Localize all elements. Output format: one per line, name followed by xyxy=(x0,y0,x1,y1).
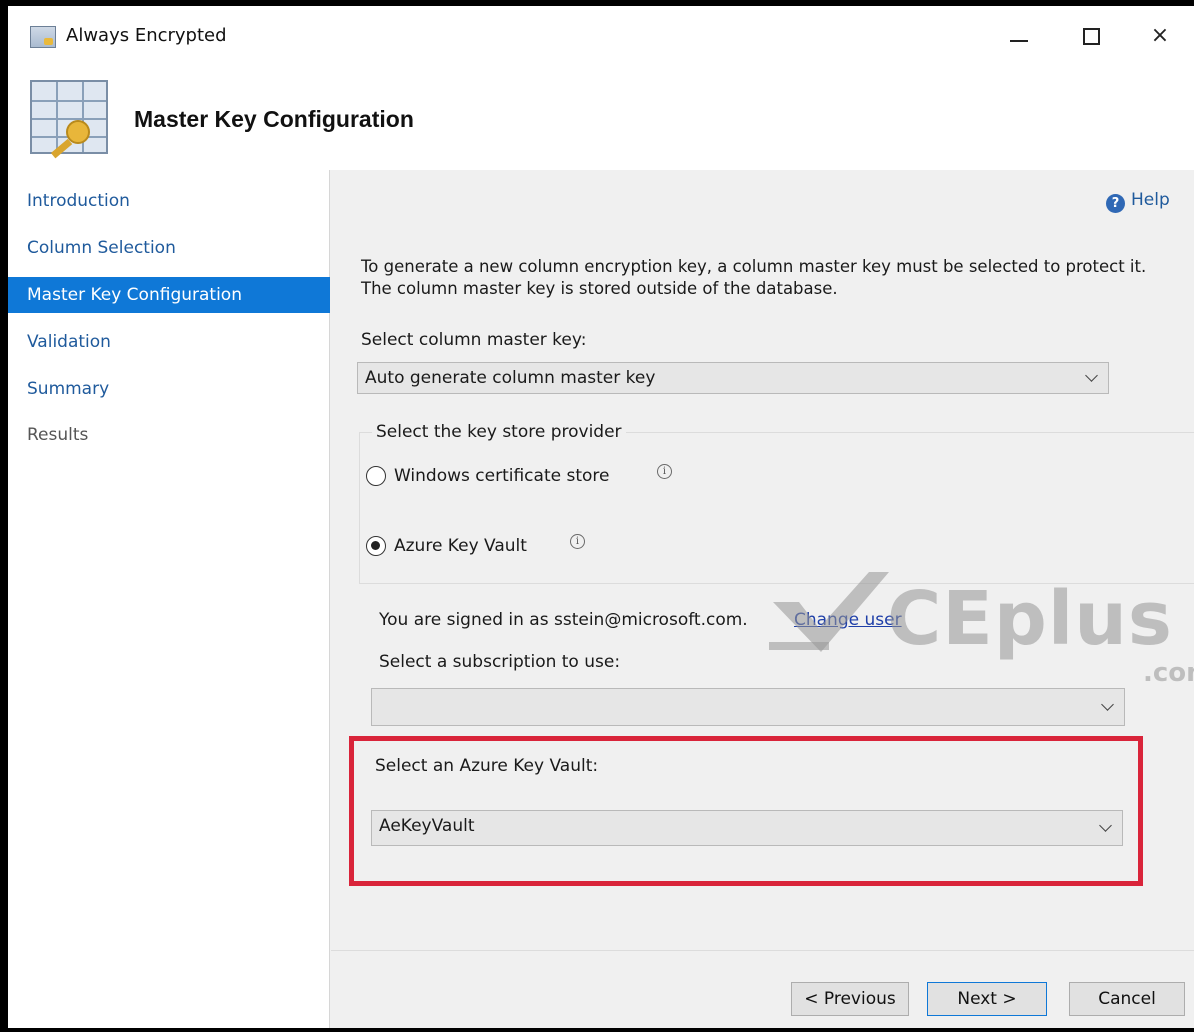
description-text: To generate a new column encryption key,… xyxy=(361,257,1147,298)
minimize-button[interactable] xyxy=(998,20,1038,52)
sidebar-item-introduction[interactable]: Introduction xyxy=(8,183,330,219)
cancel-button[interactable]: Cancel xyxy=(1069,982,1185,1016)
subscription-dropdown[interactable] xyxy=(371,688,1125,726)
key-store-groupbox: Select the key store provider Windows ce… xyxy=(359,422,1194,584)
maximize-icon xyxy=(1083,28,1100,45)
chevron-down-icon xyxy=(1085,369,1098,382)
help-link[interactable]: ? Help xyxy=(1106,190,1170,213)
subscription-label: Select a subscription to use: xyxy=(379,652,621,672)
wizard-sidebar: Introduction Column Selection Master Key… xyxy=(8,170,330,1028)
info-icon[interactable]: i xyxy=(570,534,585,549)
page-header: Master Key Configuration xyxy=(8,66,1194,170)
help-label: Help xyxy=(1131,190,1170,210)
master-key-label: Select column master key: xyxy=(361,330,587,350)
dialog-window: Always Encrypted × Master Key Configurat… xyxy=(8,6,1194,1028)
radio-label: Windows certificate store xyxy=(394,466,610,486)
sidebar-item-master-key-configuration[interactable]: Master Key Configuration xyxy=(8,277,330,313)
watermark-text: CEplus xyxy=(887,576,1173,662)
master-key-dropdown[interactable]: Auto generate column master key xyxy=(357,362,1109,394)
key-vault-label: Select an Azure Key Vault: xyxy=(375,756,599,776)
close-button[interactable]: × xyxy=(1140,20,1180,52)
close-icon: × xyxy=(1150,23,1170,48)
radio-button-checked[interactable] xyxy=(366,536,386,556)
next-button[interactable]: Next > xyxy=(927,982,1047,1016)
radio-azure-key-vault[interactable]: Azure Key Vault xyxy=(366,535,626,559)
key-vault-value: AeKeyVault xyxy=(379,816,475,836)
previous-button[interactable]: < Previous xyxy=(791,982,909,1016)
master-key-icon xyxy=(30,80,108,159)
watermark-suffix: .com xyxy=(1143,658,1194,688)
sidebar-item-results: Results xyxy=(27,425,89,445)
signed-in-text: You are signed in as sstein@microsoft.co… xyxy=(379,610,748,630)
page-title: Master Key Configuration xyxy=(134,106,414,132)
sidebar-item-summary[interactable]: Summary xyxy=(8,371,330,407)
divider xyxy=(331,950,1194,951)
help-icon: ? xyxy=(1106,194,1125,213)
radio-windows-certificate-store[interactable]: Windows certificate store xyxy=(366,465,786,489)
change-user-link[interactable]: Change user xyxy=(794,610,902,630)
chevron-down-icon xyxy=(1101,698,1114,711)
signed-in-label: You are signed in as sstein@microsoft.co… xyxy=(379,610,748,630)
info-icon[interactable]: i xyxy=(657,464,672,479)
main-panel: ? Help To generate a new column encryptio… xyxy=(331,170,1194,1028)
sidebar-item-validation[interactable]: Validation xyxy=(8,324,330,360)
minimize-icon xyxy=(1010,40,1028,42)
maximize-button[interactable] xyxy=(1072,20,1112,52)
window-title: Always Encrypted xyxy=(66,25,227,46)
app-icon xyxy=(30,26,56,48)
sidebar-item-column-selection[interactable]: Column Selection xyxy=(8,230,330,266)
radio-label: Azure Key Vault xyxy=(394,536,527,556)
key-vault-dropdown[interactable]: AeKeyVault xyxy=(371,810,1123,846)
chevron-down-icon xyxy=(1099,819,1112,832)
radio-button[interactable] xyxy=(366,466,386,486)
title-bar: Always Encrypted × xyxy=(8,6,1194,66)
key-store-legend: Select the key store provider xyxy=(372,422,626,442)
master-key-value: Auto generate column master key xyxy=(365,368,656,388)
